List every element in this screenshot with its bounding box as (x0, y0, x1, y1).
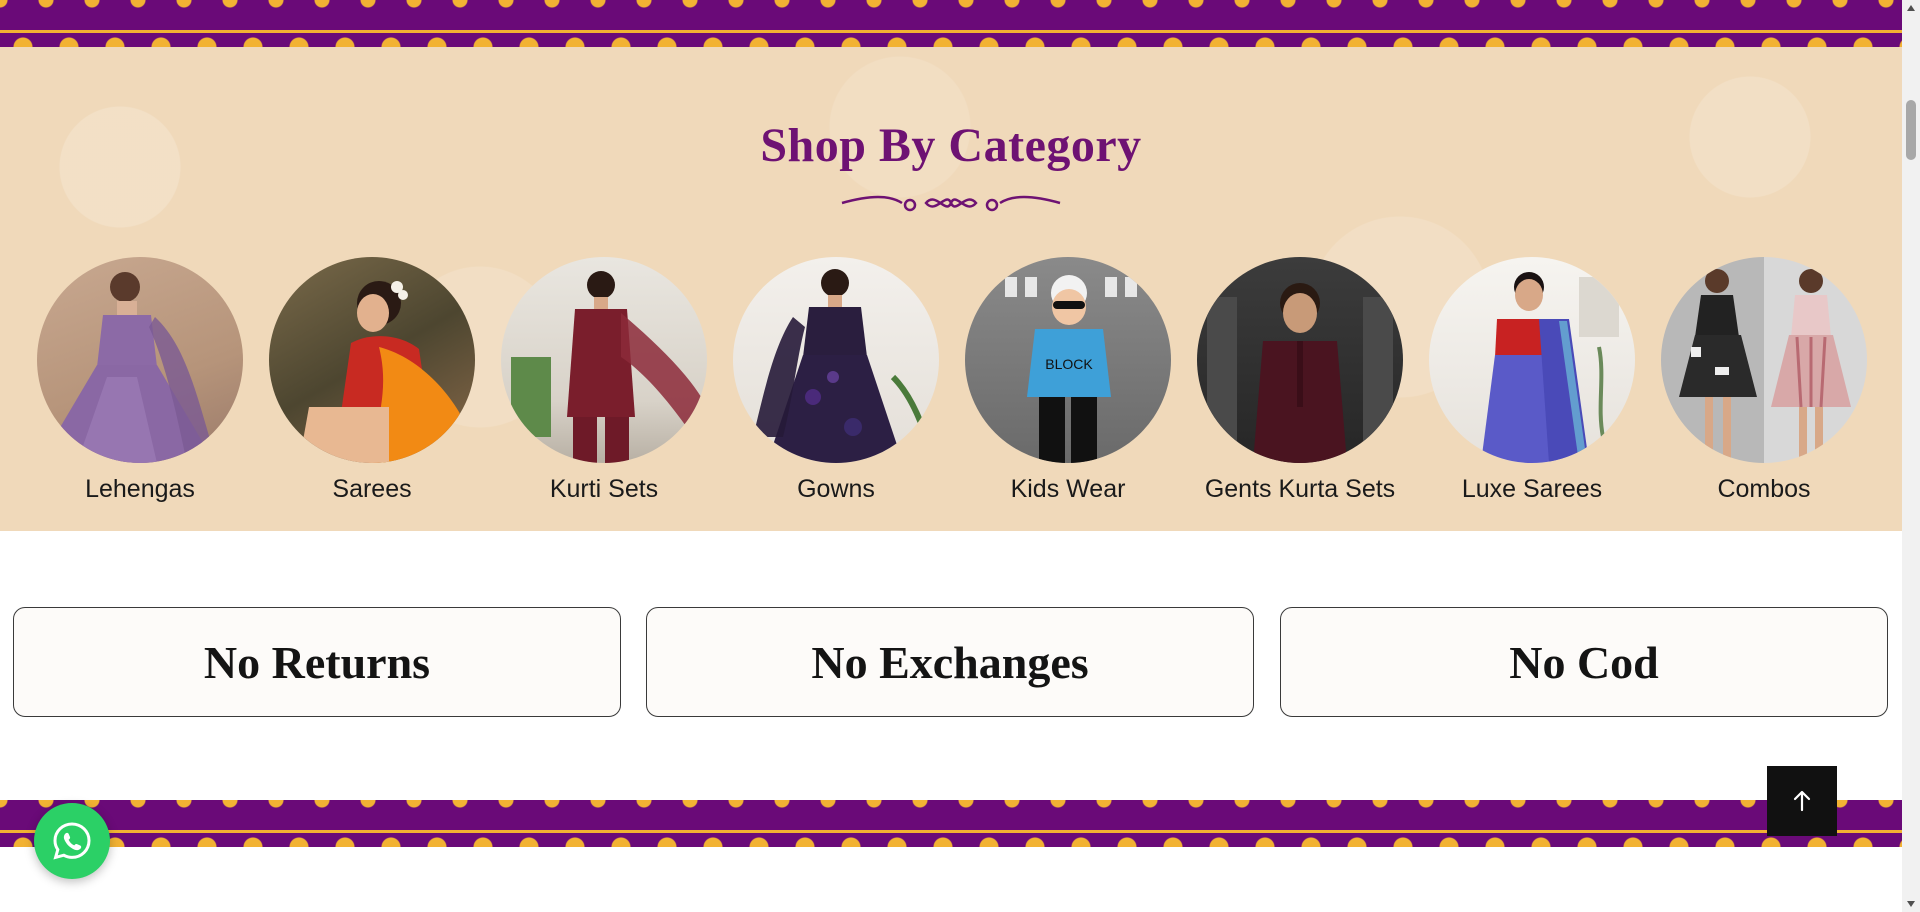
shop-by-category-section: Shop By Category Lehengas Sarees Kurti S… (0, 47, 1902, 531)
policy-no-returns: No Returns (13, 607, 621, 717)
svg-text:BLOCK: BLOCK (1045, 356, 1093, 372)
category-item-gowns[interactable]: Gowns (731, 257, 941, 504)
section-title: Shop By Category (760, 119, 1142, 172)
category-item-luxe-sarees[interactable]: Luxe Sarees (1427, 257, 1637, 504)
top-decorative-border (0, 0, 1902, 47)
kids-wear-photo[interactable]: BLOCK (965, 257, 1171, 463)
category-label[interactable]: Kurti Sets (499, 475, 709, 504)
category-label[interactable]: Lehengas (35, 475, 245, 504)
vertical-scrollbar[interactable] (1902, 0, 1920, 912)
gown-photo[interactable] (733, 257, 939, 463)
arrow-up-icon (1793, 790, 1811, 812)
category-label[interactable]: Gowns (731, 475, 941, 504)
category-label[interactable]: Gents Kurta Sets (1195, 475, 1405, 504)
combos-photo[interactable] (1661, 257, 1867, 463)
category-item-gents-kurta-sets[interactable]: Gents Kurta Sets (1195, 257, 1405, 504)
title-divider-ornament (841, 195, 1061, 212)
category-label[interactable]: Combos (1659, 475, 1869, 504)
category-item-sarees[interactable]: Sarees (267, 257, 477, 504)
category-item-kurti-sets[interactable]: Kurti Sets (499, 257, 709, 504)
page: Shop By Category Lehengas Sarees Kurti S… (0, 0, 1902, 912)
policy-no-exchanges: No Exchanges (646, 607, 1254, 717)
whatsapp-icon (53, 822, 91, 860)
whatsapp-button[interactable] (34, 803, 110, 879)
scroll-to-top-button[interactable] (1767, 766, 1837, 836)
category-item-lehengas[interactable]: Lehengas (35, 257, 245, 504)
category-label[interactable]: Luxe Sarees (1427, 475, 1637, 504)
saree-photo[interactable] (269, 257, 475, 463)
lehenga-photo[interactable] (37, 257, 243, 463)
category-item-kids-wear[interactable]: BLOCK Kids Wear (963, 257, 1173, 504)
category-label[interactable]: Kids Wear (963, 475, 1173, 504)
scroll-up-arrow-icon[interactable] (1902, 0, 1920, 16)
luxe-saree-photo[interactable] (1429, 257, 1635, 463)
kurti-set-photo[interactable] (501, 257, 707, 463)
gents-kurta-photo[interactable] (1197, 257, 1403, 463)
scrollbar-thumb[interactable] (1906, 100, 1916, 160)
category-item-combos[interactable]: Combos (1659, 257, 1869, 504)
scroll-down-arrow-icon[interactable] (1902, 896, 1920, 912)
bottom-decorative-border (0, 800, 1902, 847)
category-label[interactable]: Sarees (267, 475, 477, 504)
policy-no-cod: No Cod (1280, 607, 1888, 717)
